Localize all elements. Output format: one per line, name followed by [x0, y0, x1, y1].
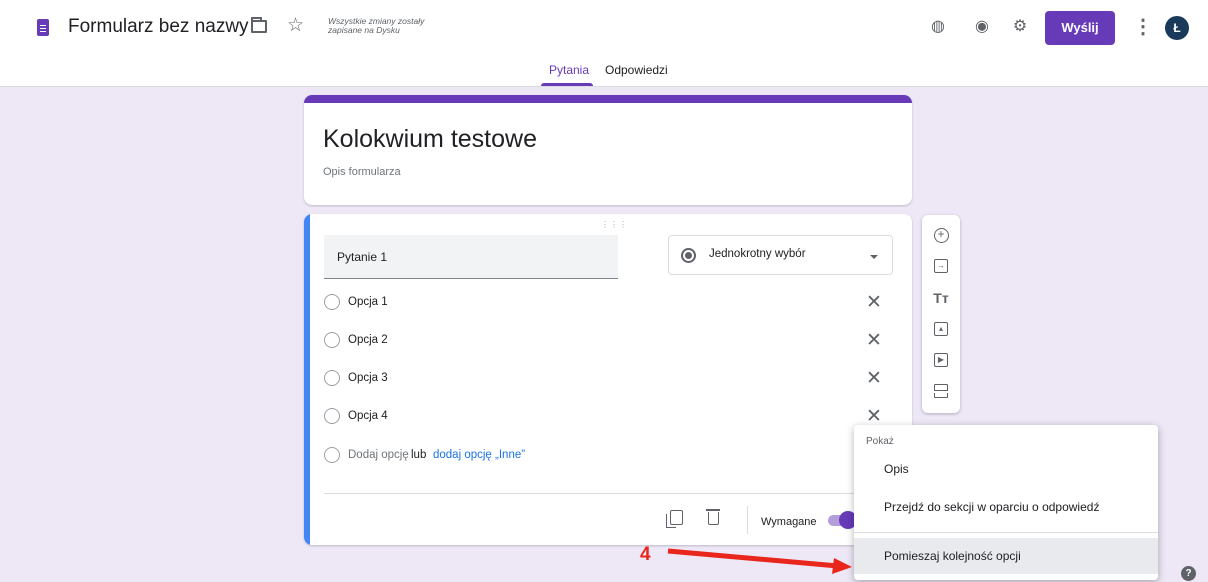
radio-unchecked-icon — [324, 447, 340, 463]
menu-item-shuffle-options[interactable]: Pomieszaj kolejność opcji — [854, 538, 1158, 574]
add-other-link[interactable]: dodaj opcję „Inne” — [433, 449, 525, 461]
question-title-text: Pytanie 1 — [337, 250, 388, 264]
option-label[interactable]: Opcja 3 — [348, 372, 388, 384]
add-video-icon[interactable]: ▶ — [931, 350, 951, 370]
card-footer-divider — [324, 493, 894, 494]
question-type-label: Jednokrotny wybór — [709, 248, 806, 260]
or-text: lub — [411, 449, 427, 461]
radio-unchecked-icon — [324, 332, 340, 348]
remove-option-icon[interactable]: ✕ — [866, 291, 882, 314]
radio-unchecked-icon — [324, 408, 340, 424]
side-toolbar: + → Tт ▴ ▶ — [922, 215, 960, 413]
tab-questions[interactable]: Pytania — [549, 63, 589, 77]
radio-unchecked-icon — [324, 294, 340, 310]
menu-item-label: Przejdź do sekcji w oparciu o odpowiedź — [884, 500, 1100, 514]
menu-item-label: Pomieszaj kolejność opcji — [884, 549, 1021, 563]
option-row[interactable]: Opcja 4 ✕ — [324, 406, 884, 428]
star-icon[interactable]: ☆ — [287, 14, 304, 37]
add-section-icon[interactable] — [931, 381, 951, 401]
title-card-accent-band — [304, 95, 912, 103]
avatar[interactable]: Ł — [1165, 16, 1189, 40]
add-question-icon[interactable]: + — [931, 226, 951, 246]
radio-checked-icon — [681, 248, 696, 263]
delete-icon[interactable] — [706, 509, 720, 525]
question-card[interactable]: ⋮⋮⋮ Pytanie 1 Jednokrotny wybór Opcja 1 … — [304, 214, 912, 545]
active-question-indicator — [304, 214, 310, 545]
required-label: Wymagane — [761, 516, 817, 528]
more-vert-icon[interactable]: ⋮ — [1133, 14, 1153, 39]
annotation-number: 4 — [640, 544, 651, 565]
show-options-menu: Pokaż Opis Przejdź do sekcji w oparciu o… — [854, 425, 1158, 580]
option-row[interactable]: Opcja 2 ✕ — [324, 329, 884, 352]
form-description-field[interactable]: Opis formularza — [323, 166, 401, 178]
option-row[interactable]: Opcja 1 ✕ — [324, 291, 884, 314]
gear-icon[interactable]: ⚙ — [1010, 17, 1030, 37]
add-image-icon[interactable]: ▴ — [931, 319, 951, 339]
tab-answers[interactable]: Odpowiedzi — [605, 63, 668, 77]
question-type-select[interactable]: Jednokrotny wybór — [668, 235, 893, 275]
duplicate-icon[interactable] — [666, 510, 683, 528]
import-questions-icon[interactable]: → — [931, 256, 951, 276]
menu-divider — [854, 532, 1158, 533]
menu-item-go-to-section[interactable]: Przejdź do sekcji w oparciu o odpowiedź — [854, 489, 1158, 525]
form-title[interactable]: Kolokwium testowe — [323, 125, 537, 154]
add-title-icon[interactable]: Tт — [931, 288, 951, 308]
menu-item-description[interactable]: Opis — [854, 451, 1158, 487]
forms-logo-icon[interactable] — [37, 19, 49, 36]
question-title-input[interactable]: Pytanie 1 — [324, 235, 618, 279]
option-row[interactable]: Opcja 3 ✕ — [324, 367, 884, 390]
radio-unchecked-icon — [324, 370, 340, 386]
save-status-text: Wszystkie zmiany zostały zapisane na Dys… — [328, 16, 425, 36]
top-bar: Formularz bez nazwy ☆ Wszystkie zmiany z… — [0, 0, 1208, 86]
eye-icon[interactable]: ◉ — [972, 17, 992, 37]
add-option-button[interactable]: Dodaj opcję — [348, 449, 409, 461]
add-option-row: Dodaj opcję lub dodaj opcję „Inne” — [324, 447, 884, 467]
option-label[interactable]: Opcja 2 — [348, 334, 388, 346]
footer-separator — [747, 506, 748, 534]
menu-header: Pokaż — [866, 436, 894, 447]
form-name-title[interactable]: Formularz bez nazwy — [68, 16, 249, 38]
option-label[interactable]: Opcja 1 — [348, 296, 388, 308]
option-label[interactable]: Opcja 4 — [348, 410, 388, 422]
folder-icon[interactable] — [251, 17, 267, 33]
remove-option-icon[interactable]: ✕ — [866, 367, 882, 390]
drag-handle-icon[interactable]: ⋮⋮⋮ — [601, 220, 628, 229]
dropdown-arrow-icon — [870, 255, 878, 259]
remove-option-icon[interactable]: ✕ — [866, 329, 882, 352]
help-icon[interactable]: ? — [1181, 566, 1196, 581]
send-button[interactable]: Wyślij — [1045, 11, 1115, 45]
palette-icon[interactable]: ◍ — [928, 17, 948, 37]
form-title-card[interactable]: Kolokwium testowe Opis formularza — [304, 95, 912, 205]
menu-item-label: Opis — [884, 462, 909, 476]
